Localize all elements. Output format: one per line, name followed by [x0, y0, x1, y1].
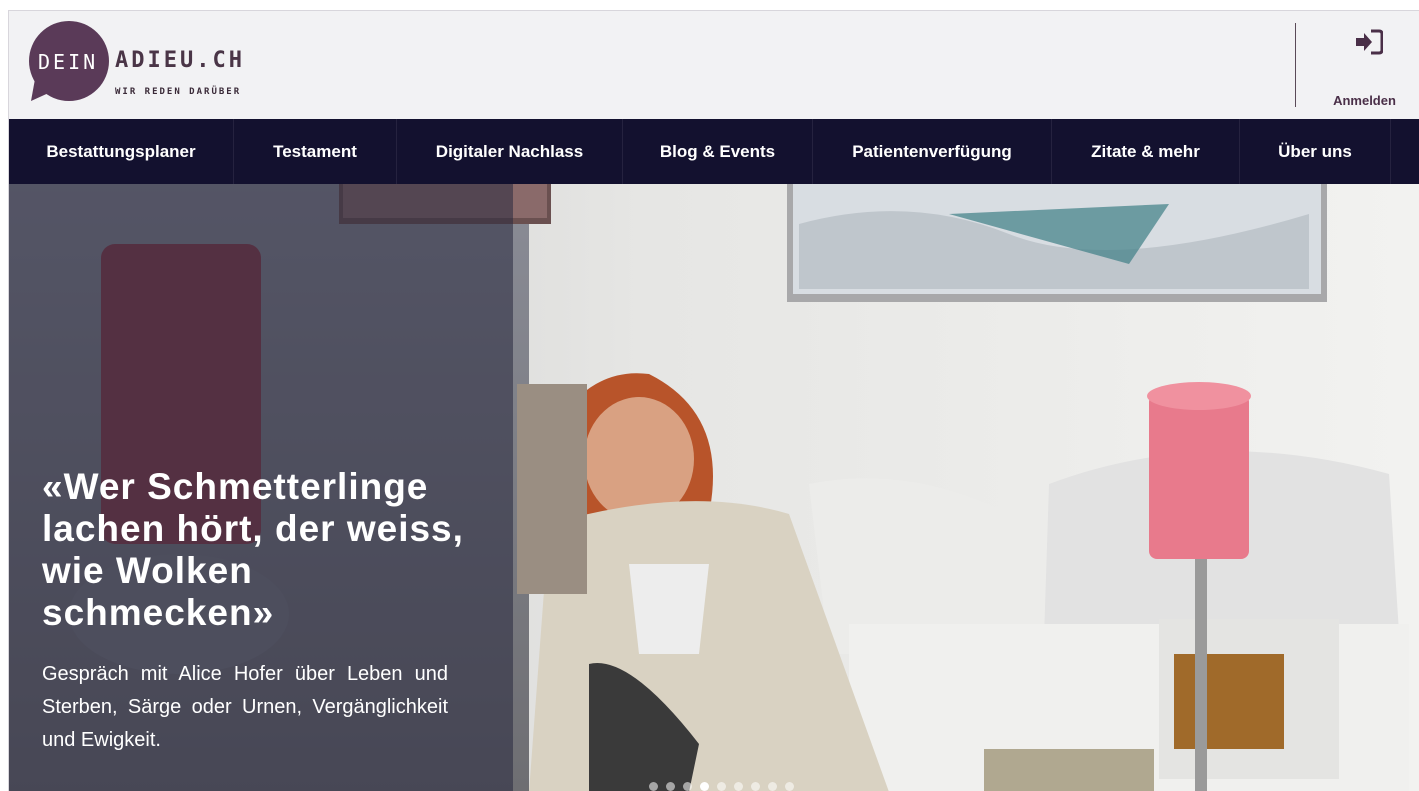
login-button[interactable]: Anmelden	[1309, 23, 1419, 108]
logo-text-adieu: ADIEU.CH	[115, 48, 245, 73]
nav-item-digitaler-nachlass[interactable]: Digitaler Nachlass	[397, 119, 623, 184]
slider-dot[interactable]	[683, 782, 692, 791]
nav-item-ueber-uns[interactable]: Über uns	[1240, 119, 1391, 184]
nav-item-blog-events[interactable]: Blog & Events	[623, 119, 813, 184]
slider-dot[interactable]	[666, 782, 675, 791]
slider-dot[interactable]	[768, 782, 777, 791]
page-frame: DEIN ADIEU.CH WIR REDEN DARÜBER Anmelden…	[8, 10, 1419, 791]
hero-title[interactable]: «Wer Schmetterlinge lachen hört, der wei…	[42, 466, 492, 634]
slider-dot-active[interactable]	[700, 782, 709, 791]
slider-dot[interactable]	[751, 782, 760, 791]
logo-tagline: WIR REDEN DARÜBER	[115, 87, 242, 97]
hero-slider[interactable]: «Wer Schmetterlinge lachen hört, der wei…	[9, 184, 1419, 791]
nav-item-patientenverfuegung[interactable]: Patientenverfügung	[813, 119, 1052, 184]
nav-item-bestattungsplaner[interactable]: Bestattungsplaner	[9, 119, 234, 184]
nav-item-testament[interactable]: Testament	[234, 119, 397, 184]
login-label: Anmelden	[1333, 93, 1396, 108]
site-logo[interactable]: DEIN ADIEU.CH WIR REDEN DARÜBER	[27, 21, 267, 105]
slider-dot[interactable]	[717, 782, 726, 791]
hero-subtitle: Gespräch mit Alice Hofer über Leben und …	[42, 663, 448, 751]
main-navigation: Bestattungsplaner Testament Digitaler Na…	[9, 119, 1419, 184]
slider-dot[interactable]	[734, 782, 743, 791]
slider-dots	[649, 782, 794, 791]
sign-in-icon	[1356, 29, 1383, 55]
header-divider	[1295, 23, 1296, 107]
nav-item-zitate-mehr[interactable]: Zitate & mehr	[1052, 119, 1240, 184]
site-header: DEIN ADIEU.CH WIR REDEN DARÜBER Anmelden	[9, 11, 1419, 119]
slider-dot[interactable]	[785, 782, 794, 791]
slider-dot[interactable]	[649, 782, 658, 791]
logo-text-dein: DEIN	[38, 50, 99, 74]
